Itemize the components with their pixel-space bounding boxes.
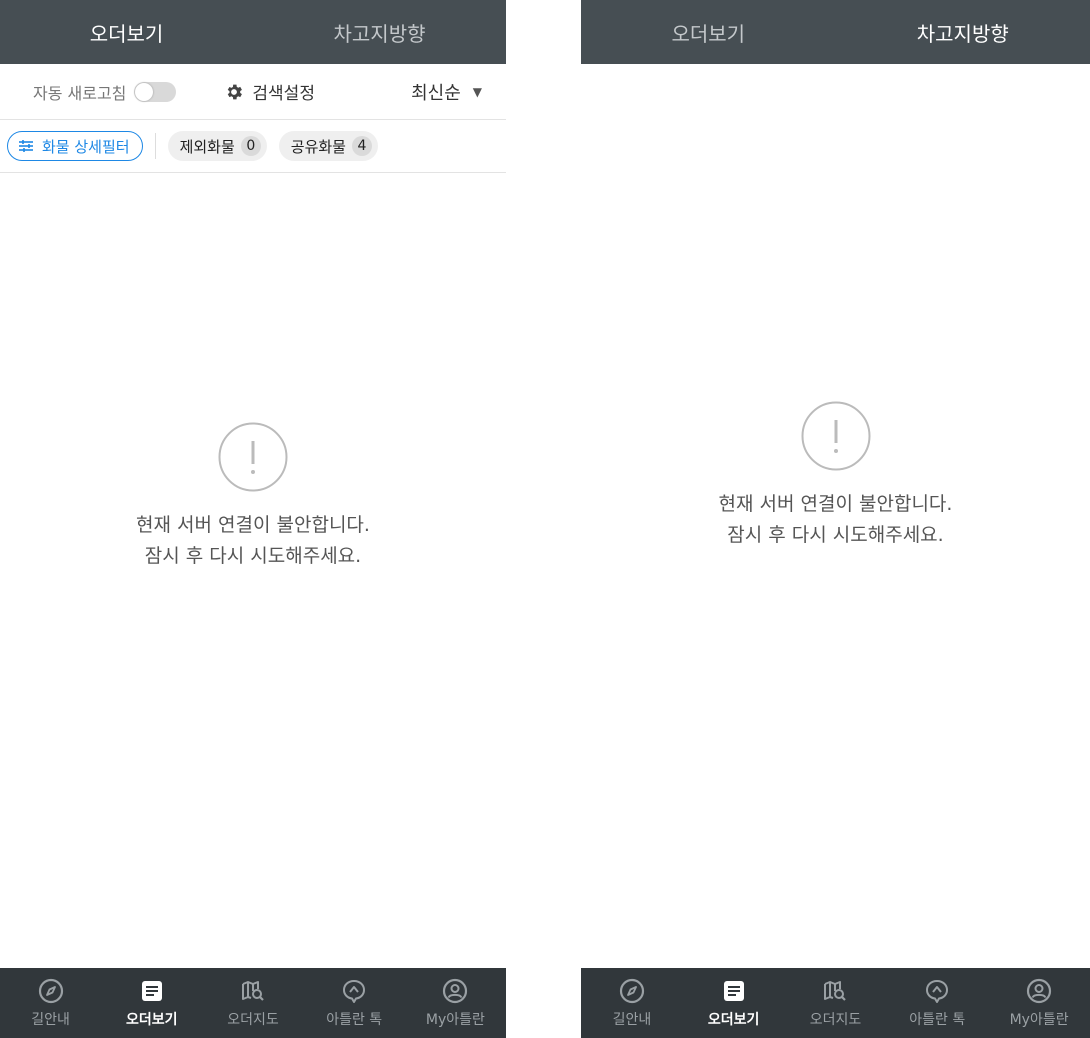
excluded-cargo-label: 제외화물 xyxy=(179,137,235,156)
nav-label: 길안내 xyxy=(612,1011,652,1028)
chat-bubble-icon xyxy=(926,979,949,1003)
auto-refresh: 자동 새로고침 xyxy=(33,80,177,104)
auto-refresh-label: 자동 새로고침 xyxy=(33,83,127,103)
shared-cargo-chip[interactable]: 공유화물 4 xyxy=(278,131,378,161)
top-tab-bar: 오더보기 차고지방향 xyxy=(581,0,1090,68)
server-error-message: 현재 서버 연결이 불안합니다. 잠시 후 다시 시도해주세요. xyxy=(581,401,1090,551)
tab-order-view[interactable]: 오더보기 xyxy=(581,0,836,64)
auto-refresh-toggle[interactable] xyxy=(134,81,177,102)
nav-label: 오더보기 xyxy=(126,1011,178,1028)
nav-item-my-atlan[interactable]: My아틀란 xyxy=(405,968,506,1038)
nav-item-my-atlan[interactable]: My아틀란 xyxy=(988,968,1090,1038)
nav-item-atlan-talk[interactable]: 아틀란 톡 xyxy=(886,968,988,1038)
map-search-icon xyxy=(242,980,264,1001)
error-line-2: 잠시 후 다시 시도해주세요. xyxy=(144,545,362,567)
nav-label: 아틀란 톡 xyxy=(909,1011,966,1028)
search-settings-button[interactable]: 검색설정 xyxy=(224,79,315,104)
excluded-cargo-chip[interactable]: 제외화물 0 xyxy=(167,131,267,161)
error-line-1: 현재 서버 연결이 불안합니다. xyxy=(136,514,370,536)
sort-dropdown[interactable]: 최신순 ▼ xyxy=(411,79,482,105)
order-list-icon xyxy=(141,980,162,1001)
divider xyxy=(154,133,156,159)
nav-item-order-view[interactable]: 오더보기 xyxy=(683,968,785,1038)
error-line-2: 잠시 후 다시 시도해주세요. xyxy=(727,524,944,546)
toolbar: 자동 새로고침 검색설정 최신순 ▼ xyxy=(0,64,506,120)
nav-label: 길안내 xyxy=(31,1011,70,1028)
profile-icon xyxy=(443,978,468,1003)
toggle-knob xyxy=(135,82,154,101)
sort-label: 최신순 xyxy=(411,82,461,104)
shared-cargo-count: 4 xyxy=(351,136,372,156)
gear-icon xyxy=(228,84,243,99)
map-search-icon xyxy=(824,980,847,1001)
shared-cargo-label: 공유화물 xyxy=(290,137,346,156)
detail-filter-button[interactable]: 화물 상세필터 xyxy=(7,131,143,161)
nav-item-navigation[interactable]: 길안내 xyxy=(581,968,683,1038)
bottom-nav: 길안내 오더보기 오더지도 아틀란 톡 My아틀란 xyxy=(581,968,1090,1038)
tab-garage-direction[interactable]: 차고지방향 xyxy=(253,0,506,64)
tab-garage-direction[interactable]: 차고지방향 xyxy=(836,0,1090,68)
excluded-cargo-count: 0 xyxy=(240,136,261,156)
exclamation-circle-icon xyxy=(801,401,870,471)
bottom-nav: 길안내 오더보기 오더지도 아틀란 톡 My아틀란 xyxy=(0,968,506,1038)
sliders-icon xyxy=(19,140,33,152)
top-tab-bar: 오더보기 차고지방향 xyxy=(0,0,506,68)
chat-bubble-icon xyxy=(343,979,366,1003)
nav-item-order-view[interactable]: 오더보기 xyxy=(101,968,202,1038)
screen-garage-direction: 오더보기 차고지방향 현재 서버 연결이 불안합니다. 잠시 후 다시 시도해주… xyxy=(581,0,1090,1038)
screen-order-view: 오더보기 차고지방향 자동 새로고침 검색설정 최신순 ▼ 화물 상세필터 제외… xyxy=(0,0,506,1038)
compass-icon xyxy=(619,978,644,1003)
filter-bar: 화물 상세필터 제외화물 0 공유화물 4 xyxy=(0,120,506,173)
detail-filter-label: 화물 상세필터 xyxy=(42,137,130,156)
nav-label: 아틀란 톡 xyxy=(326,1011,383,1028)
tab-label: 차고지방향 xyxy=(916,21,1009,46)
order-list-icon xyxy=(723,980,744,1001)
search-settings-label: 검색설정 xyxy=(252,84,315,104)
nav-item-order-map[interactable]: 오더지도 xyxy=(202,968,303,1038)
tab-label: 차고지방향 xyxy=(333,21,426,46)
nav-label: 오더보기 xyxy=(707,1011,760,1028)
nav-item-atlan-talk[interactable]: 아틀란 톡 xyxy=(304,968,405,1038)
compass-icon xyxy=(38,978,63,1003)
tab-label: 오더보기 xyxy=(671,21,746,46)
nav-item-navigation[interactable]: 길안내 xyxy=(0,968,101,1038)
nav-label: My아틀란 xyxy=(1009,1011,1069,1028)
nav-label: My아틀란 xyxy=(425,1011,485,1028)
nav-label: 오더지도 xyxy=(809,1011,862,1028)
server-error-message: 현재 서버 연결이 불안합니다. 잠시 후 다시 시도해주세요. xyxy=(0,422,506,572)
nav-label: 오더지도 xyxy=(227,1011,279,1028)
exclamation-circle-icon xyxy=(218,422,288,492)
tab-label: 오더보기 xyxy=(89,21,164,46)
tab-active-indicator xyxy=(906,64,1019,68)
error-line-1: 현재 서버 연결이 불안합니다. xyxy=(718,493,953,515)
caret-down-icon: ▼ xyxy=(472,84,482,99)
profile-icon xyxy=(1026,978,1052,1003)
canvas: 오더보기 차고지방향 자동 새로고침 검색설정 최신순 ▼ 화물 상세필터 제외… xyxy=(0,0,1090,1038)
nav-item-order-map[interactable]: 오더지도 xyxy=(785,968,887,1038)
tab-order-view[interactable]: 오더보기 xyxy=(0,0,253,68)
